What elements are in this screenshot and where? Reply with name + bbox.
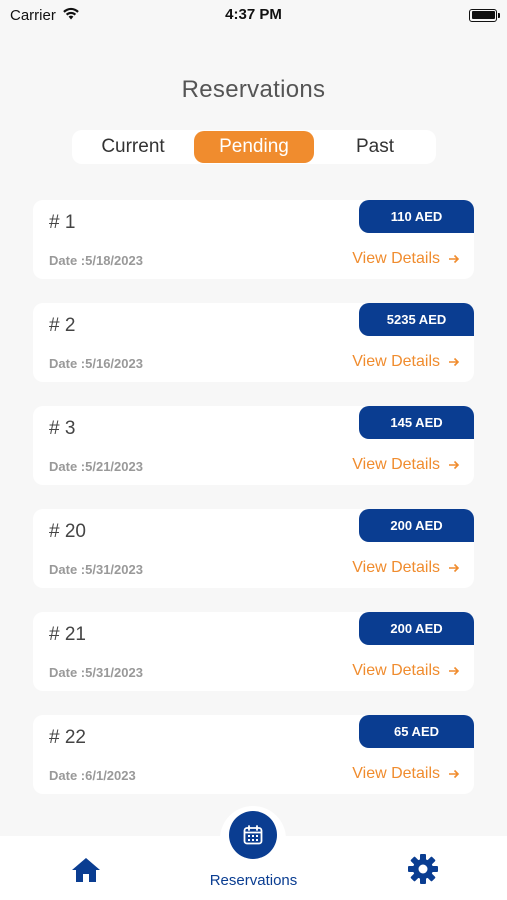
view-details-link[interactable]: View Details <box>352 250 460 268</box>
price-badge: 145 AED <box>359 406 474 439</box>
reservation-card: # 22 65 AED Date :6/1/2023 View Details <box>33 715 474 794</box>
reservation-date: Date :5/31/2023 <box>49 665 143 680</box>
tab-pending[interactable]: Pending <box>194 131 314 163</box>
reservation-number: # 21 <box>49 624 86 645</box>
battery-icon <box>469 8 500 22</box>
view-details-label: View Details <box>352 456 440 473</box>
view-details-link[interactable]: View Details <box>352 456 460 474</box>
view-details-link[interactable]: View Details <box>352 662 460 680</box>
carrier-label: Carrier <box>10 6 56 24</box>
reservation-card: # 20 200 AED Date :5/31/2023 View Detail… <box>33 509 474 588</box>
arrow-right-icon <box>449 460 460 470</box>
view-details-label: View Details <box>352 765 440 782</box>
reservation-number: # 1 <box>49 212 76 233</box>
reservation-date: Date :5/18/2023 <box>49 253 143 268</box>
arrow-right-icon <box>449 666 460 676</box>
reservation-status-tabs: Current Pending Past <box>72 130 436 164</box>
arrow-right-icon <box>449 254 460 264</box>
price-badge: 65 AED <box>359 715 474 748</box>
reservation-list: # 1 110 AED Date :5/18/2023 View Details… <box>33 200 474 818</box>
view-details-label: View Details <box>352 559 440 576</box>
reservations-nav-label[interactable]: Reservations <box>0 872 507 889</box>
tab-past[interactable]: Past <box>315 131 435 163</box>
view-details-link[interactable]: View Details <box>352 765 460 783</box>
price-badge: 5235 AED <box>359 303 474 336</box>
reservation-card: # 21 200 AED Date :5/31/2023 View Detail… <box>33 612 474 691</box>
reservation-date: Date :5/16/2023 <box>49 356 143 371</box>
view-details-label: View Details <box>352 662 440 679</box>
reservation-card: # 2 5235 AED Date :5/16/2023 View Detail… <box>33 303 474 382</box>
reservation-card: # 1 110 AED Date :5/18/2023 View Details <box>33 200 474 279</box>
arrow-right-icon <box>449 769 460 779</box>
arrow-right-icon <box>449 563 460 573</box>
view-details-label: View Details <box>352 250 440 267</box>
view-details-label: View Details <box>352 353 440 370</box>
reservation-number: # 20 <box>49 521 86 542</box>
reservation-number: # 22 <box>49 727 86 748</box>
reservations-nav-button[interactable] <box>229 811 277 859</box>
wifi-icon <box>62 7 80 24</box>
reservation-number: # 3 <box>49 418 76 439</box>
view-details-link[interactable]: View Details <box>352 353 460 371</box>
reservation-date: Date :5/31/2023 <box>49 562 143 577</box>
reservation-card: # 3 145 AED Date :5/21/2023 View Details <box>33 406 474 485</box>
view-details-link[interactable]: View Details <box>352 559 460 577</box>
page-title: Reservations <box>181 76 326 103</box>
price-badge: 200 AED <box>359 509 474 542</box>
price-badge: 110 AED <box>359 200 474 233</box>
tab-current[interactable]: Current <box>73 131 193 163</box>
price-badge: 200 AED <box>359 612 474 645</box>
status-bar: Carrier 4:37 PM <box>0 0 507 30</box>
reservation-date: Date :6/1/2023 <box>49 768 136 783</box>
calendar-icon <box>243 825 263 845</box>
reservation-date: Date :5/21/2023 <box>49 459 143 474</box>
reservation-number: # 2 <box>49 315 76 336</box>
arrow-right-icon <box>449 357 460 367</box>
